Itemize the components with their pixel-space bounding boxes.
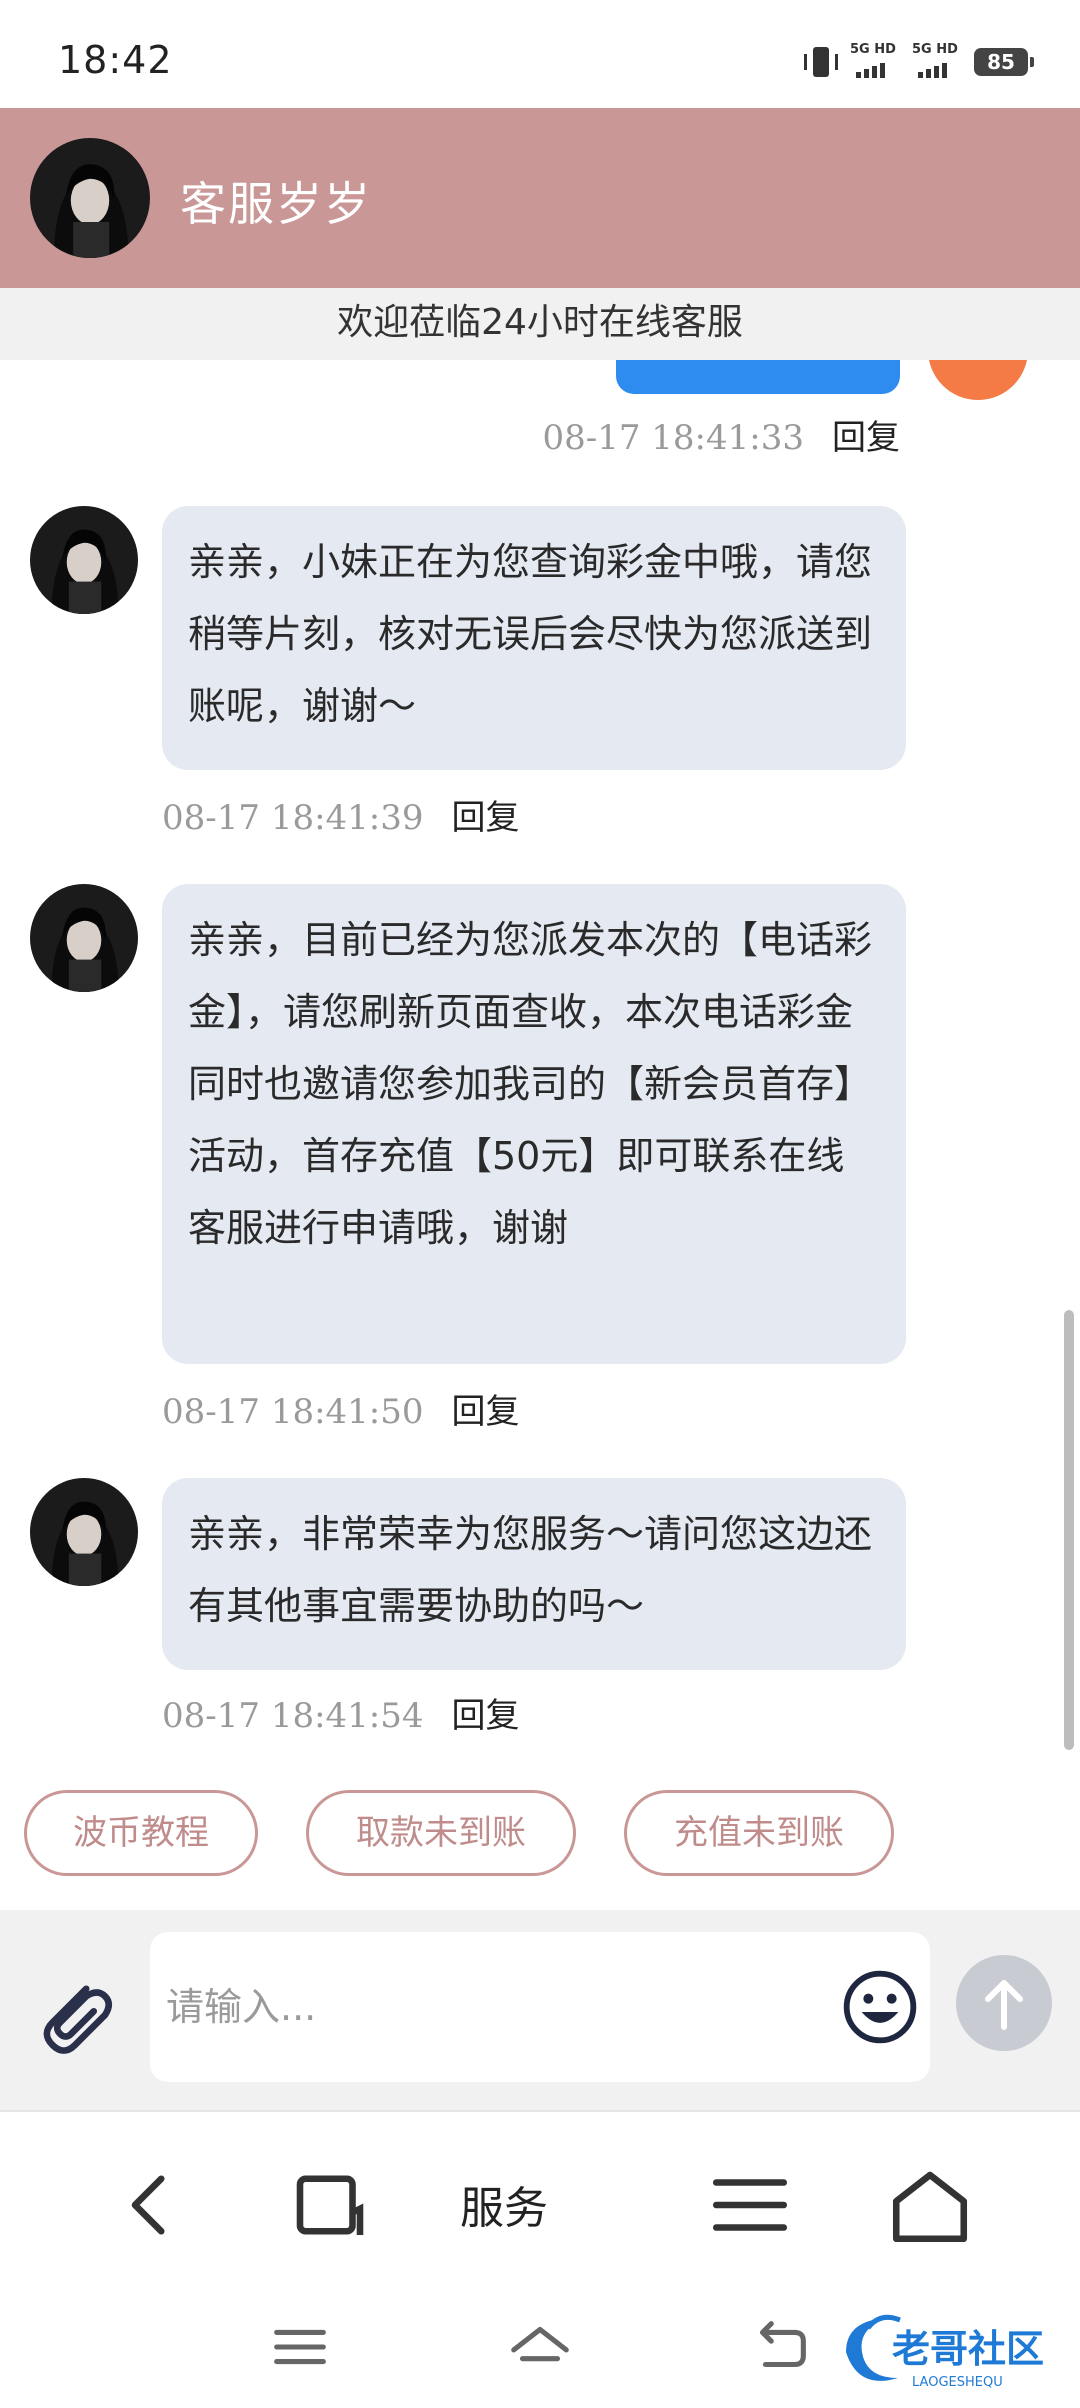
send-button[interactable] — [956, 1955, 1052, 2051]
svg-text:老哥社区: 老哥社区 — [892, 2327, 1044, 2371]
quick-reply-button[interactable]: 波币教程 — [24, 1790, 258, 1876]
avatar[interactable] — [30, 1478, 138, 1586]
arrow-up-icon — [985, 1980, 1023, 2030]
status-icons: 5G HD 5G HD 85 — [804, 42, 1034, 82]
agent-name: 客服岁岁 — [180, 177, 372, 231]
message-list[interactable]: 08-17 18:41:33 回复 亲亲，小妹正在为您查询彩金中哦，请您稍等片刻，… — [0, 360, 1080, 1760]
message-bubble[interactable]: 亲亲，目前已经为您派发本次的【电话彩金】，请您刷新页面查收，本次电话彩金同时也邀… — [162, 884, 906, 1364]
message-bubble[interactable]: 亲亲，小妹正在为您查询彩金中哦，请您稍等片刻，核对无误后会尽快为您派送到账呢，谢… — [162, 506, 906, 770]
watermark-logo: 老哥社区 LAOGESHEQU — [846, 2314, 1044, 2390]
sent-message-bubble[interactable] — [616, 360, 900, 394]
message-timestamp: 08-17 18:41:54 — [162, 1696, 424, 1736]
message-input-box[interactable] — [150, 1932, 930, 2082]
sent-meta: 08-17 18:41:33 回复 — [542, 410, 900, 459]
system-nav-bar: 老哥社区 LAOGESHEQU — [0, 2286, 1080, 2408]
quick-reply-button[interactable]: 取款未到账 — [306, 1790, 576, 1876]
message-timestamp: 08-17 18:41:33 — [542, 418, 804, 458]
signal-icon: 5G HD — [850, 42, 900, 80]
system-back-icon[interactable] — [745, 2312, 815, 2382]
message-meta: 08-17 18:41:39 回复 — [162, 790, 520, 839]
message-input[interactable] — [166, 1972, 806, 2042]
status-bar: 18:42 5G HD 5G HD 85 — [0, 0, 1080, 108]
service-button[interactable]: 服务 — [460, 2172, 548, 2236]
quick-reply-bar: 波币教程 取款未到账 充值未到账 — [0, 1760, 1080, 1910]
reply-link[interactable]: 回复 — [452, 1696, 520, 1736]
message-meta: 08-17 18:41:54 回复 — [162, 1688, 520, 1737]
status-time: 18:42 — [58, 38, 173, 82]
quick-reply-button[interactable]: 充值未到账 — [624, 1790, 894, 1876]
home-icon[interactable] — [885, 2160, 975, 2250]
vibrate-icon — [804, 45, 838, 79]
message-bubble[interactable]: 亲亲，非常荣幸为您服务～请问您这边还有其他事宜需要协助的吗～ — [162, 1478, 906, 1670]
chat-header: 客服岁岁 — [0, 108, 1080, 288]
reply-link[interactable]: 回复 — [832, 418, 900, 458]
avatar[interactable] — [30, 506, 138, 614]
system-home-icon[interactable] — [505, 2312, 575, 2382]
avatar[interactable] — [30, 884, 138, 992]
scrollbar[interactable] — [1064, 1310, 1074, 1750]
signal-icon: 5G HD — [912, 42, 962, 80]
reply-link[interactable]: 回复 — [452, 798, 520, 838]
avatar-image — [30, 506, 138, 614]
message-timestamp: 08-17 18:41:39 — [162, 798, 424, 838]
network-label-1: 5G HD — [850, 42, 896, 57]
message-timestamp: 08-17 18:41:50 — [162, 1392, 424, 1432]
recent-apps-icon[interactable] — [265, 2312, 335, 2382]
avatar-image — [30, 884, 138, 992]
avatar-image — [30, 1478, 138, 1586]
composer — [0, 1910, 1080, 2110]
network-label-2: 5G HD — [912, 42, 958, 57]
menu-icon[interactable] — [705, 2160, 795, 2250]
avatar-image — [30, 138, 150, 258]
user-avatar — [928, 360, 1028, 400]
smiley-icon[interactable] — [840, 1967, 920, 2047]
avatar[interactable] — [30, 138, 150, 258]
paperclip-icon[interactable] — [30, 1970, 120, 2060]
browser-nav-bar: 服务 — [0, 2110, 1080, 2286]
back-icon[interactable] — [105, 2160, 195, 2250]
welcome-banner: 欢迎莅临24小时在线客服 — [0, 288, 1080, 360]
reply-link[interactable]: 回复 — [452, 1392, 520, 1432]
svg-text:LAOGESHEQU: LAOGESHEQU — [912, 2375, 1003, 2390]
battery-icon: 85 — [974, 48, 1034, 76]
tabs-icon[interactable] — [285, 2160, 375, 2250]
message-meta: 08-17 18:41:50 回复 — [162, 1384, 520, 1433]
